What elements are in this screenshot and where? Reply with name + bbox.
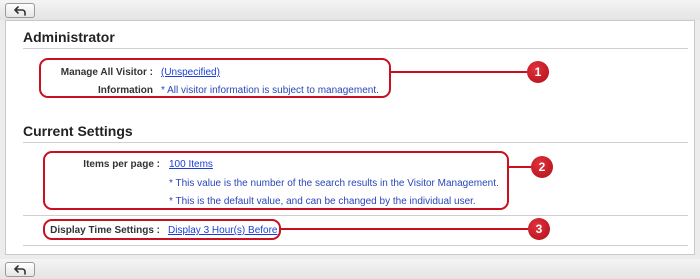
top-toolbar <box>0 0 700 20</box>
callout-connector-2 <box>509 166 531 168</box>
callout-badge-2: 2 <box>531 156 553 178</box>
callout-badge-1: 1 <box>527 61 549 83</box>
divider <box>23 48 688 49</box>
current-settings-heading: Current Settings <box>23 123 133 139</box>
callout-box-1 <box>39 58 391 98</box>
callout-box-2 <box>43 151 509 210</box>
back-arrow-icon <box>14 5 26 16</box>
callout-badge-3: 3 <box>528 218 550 240</box>
divider <box>23 142 688 143</box>
callout-connector-1 <box>391 71 527 73</box>
divider <box>23 215 688 216</box>
back-arrow-icon <box>14 264 26 275</box>
callout-box-3 <box>43 219 281 240</box>
divider <box>23 245 688 246</box>
settings-panel: Administrator Manage All Visitor : (Unsp… <box>5 20 695 255</box>
back-button[interactable] <box>5 3 35 18</box>
callout-connector-3 <box>281 228 528 230</box>
bottom-toolbar <box>0 259 700 279</box>
back-button[interactable] <box>5 262 35 277</box>
administrator-heading: Administrator <box>23 29 115 45</box>
